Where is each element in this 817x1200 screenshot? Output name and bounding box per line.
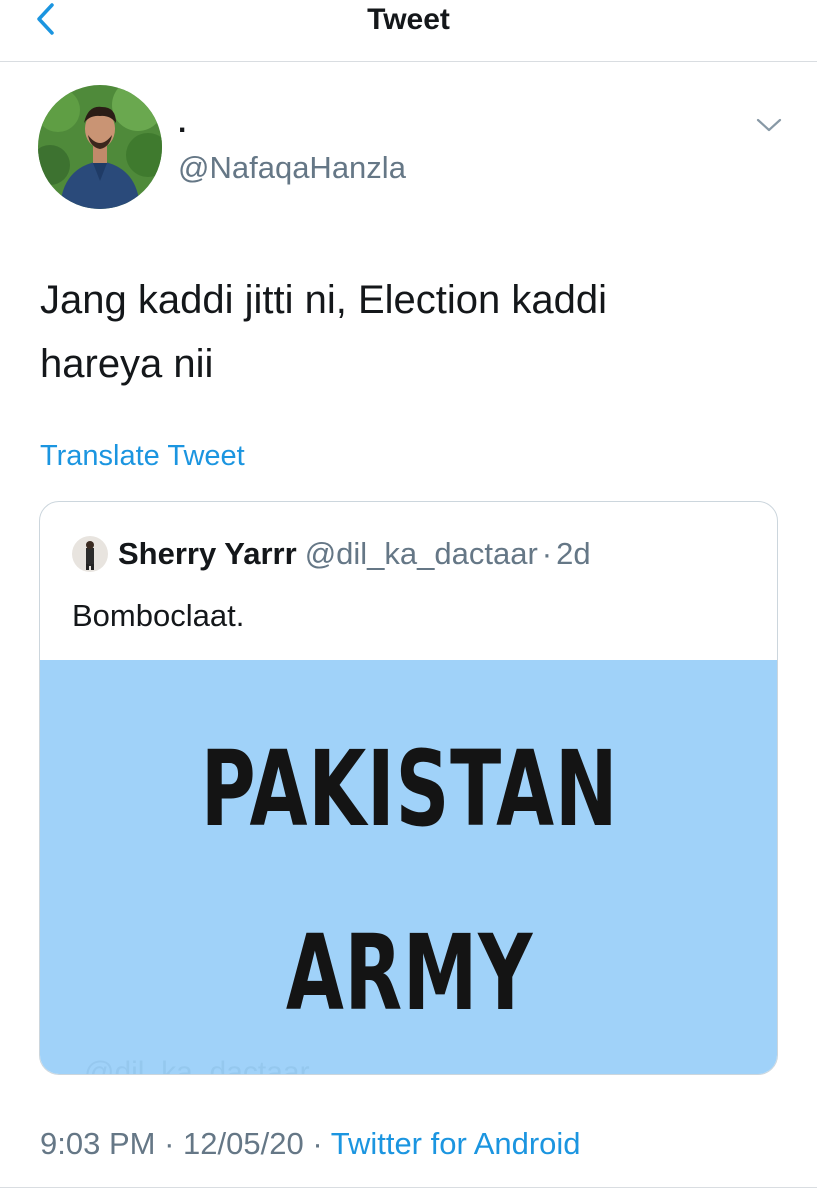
- quoted-author-avatar: [72, 536, 108, 572]
- media-text-line2: ARMY: [285, 912, 534, 1034]
- author-avatar[interactable]: [38, 85, 162, 209]
- separator-dot: ·: [541, 536, 553, 571]
- media-text-line1: PAKISTAN: [200, 728, 619, 850]
- quoted-tweet-text: Bomboclaat.: [72, 598, 245, 633]
- page-title: Tweet: [367, 3, 450, 36]
- author-display-name[interactable]: .: [178, 108, 186, 138]
- media-watermark: @dil_ka_dactaar: [84, 1056, 310, 1075]
- quoted-tweet-card[interactable]: Sherry Yarrr @dil_ka_dactaar · 2d Bomboc…: [39, 501, 778, 1075]
- translate-tweet-link[interactable]: Translate Tweet: [40, 440, 245, 473]
- tweet-text-line1: Jang kaddi jitti ni, Election kaddi: [40, 278, 607, 322]
- quoted-tweet-media[interactable]: PAKISTAN ARMY @dil_ka_dactaar: [40, 660, 777, 1075]
- chevron-down-icon: [756, 118, 782, 132]
- tweet-time: 9:03 PM: [40, 1126, 156, 1161]
- quoted-author-name: Sherry Yarrr: [118, 536, 297, 571]
- tweet-date: 12/05/20: [183, 1126, 304, 1161]
- quoted-tweet-header: Sherry Yarrr @dil_ka_dactaar · 2d: [72, 534, 591, 574]
- meta-dot: ·: [164, 1126, 175, 1161]
- tweet-source-link[interactable]: Twitter for Android: [331, 1126, 581, 1161]
- tweet-text-line2: hareya nii: [40, 342, 214, 386]
- meta-dot: ·: [312, 1126, 323, 1161]
- author-handle[interactable]: @NafaqaHanzla: [178, 150, 406, 186]
- quoted-author-handle: @dil_ka_dactaar: [304, 536, 538, 571]
- quoted-tweet-time: 2d: [556, 536, 591, 571]
- tweet-meta: 9:03 PM · 12/05/20 · Twitter for Android: [40, 1126, 581, 1162]
- divider: [0, 1187, 817, 1188]
- tweet-text: Jang kaddi jitti ni, Election kaddi hare…: [40, 268, 740, 396]
- tweet-menu-button[interactable]: [752, 110, 786, 140]
- nav-bar: Tweet: [0, 0, 817, 62]
